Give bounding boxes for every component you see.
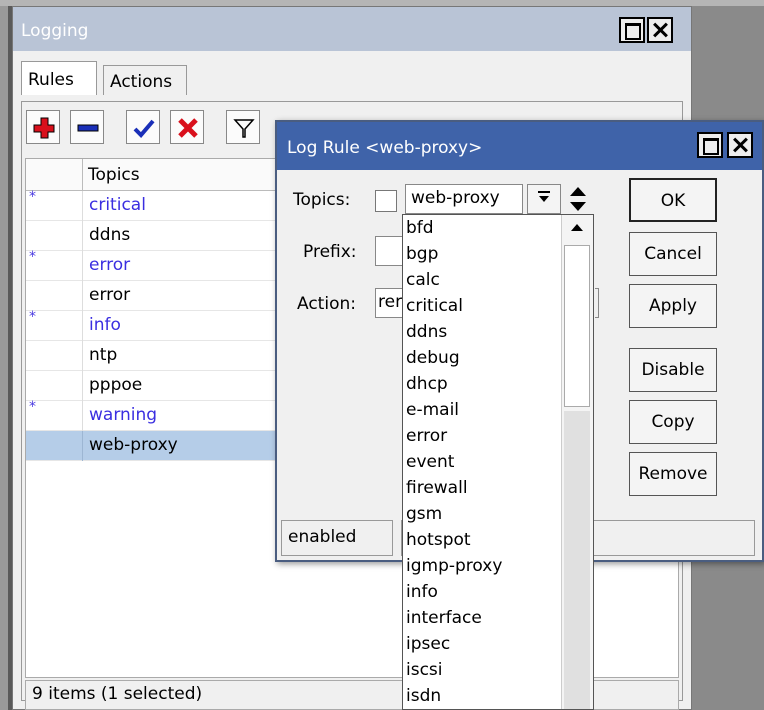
ok-button[interactable]: OK: [629, 178, 717, 222]
dynamic-marker: *: [29, 249, 36, 265]
scroll-up-icon[interactable]: [570, 221, 584, 233]
column-header-topics[interactable]: Topics: [88, 165, 140, 185]
action-select[interactable]: rer: [375, 288, 403, 318]
topic-cell: ntp: [82, 341, 123, 371]
dynamic-marker: *: [29, 399, 36, 415]
dialog-status: enabled: [281, 520, 393, 556]
topic-cell: web-proxy: [82, 431, 184, 461]
remove-button-dialog[interactable]: Remove: [629, 452, 717, 496]
tab-actions-label: Actions: [110, 72, 173, 92]
close-icon[interactable]: [647, 17, 673, 43]
topic-cell: info: [82, 311, 127, 341]
action-select-value: rer: [378, 292, 403, 312]
column-separator: [82, 159, 83, 191]
remove-button[interactable]: [70, 110, 104, 144]
tab-rules[interactable]: Rules: [21, 61, 97, 95]
dropdown-arrow-icon: [538, 191, 550, 202]
prefix-label: Prefix:: [303, 242, 357, 262]
topics-dropdown-button[interactable]: [527, 184, 561, 214]
action-select-edge: [595, 288, 599, 318]
topics-dropdown-list[interactable]: bfd bgp calc critical ddns debug dhcp e-mail err…: [402, 214, 594, 710]
dropdown-scrollbar[interactable]: [561, 215, 593, 709]
logging-titlebar[interactable]: Logging: [13, 7, 691, 51]
topics-label: Topics:: [293, 190, 351, 210]
topic-cell: warning: [82, 401, 163, 431]
topic-cell: critical: [82, 191, 152, 221]
dialog-close-icon[interactable]: [727, 132, 753, 158]
checkmark-icon: [133, 119, 155, 138]
prefix-input[interactable]: [375, 236, 403, 266]
dynamic-marker: *: [29, 309, 36, 325]
scrollbar-thumb[interactable]: [564, 245, 590, 407]
topics-select[interactable]: web-proxy: [405, 184, 523, 214]
tab-rules-label: Rules: [28, 70, 74, 90]
topic-cell: error: [82, 281, 136, 311]
cross-icon: [178, 118, 198, 138]
topics-select-value: web-proxy: [411, 188, 500, 208]
add-icon: [33, 117, 55, 139]
dialog-title: Log Rule <web-proxy>: [287, 138, 483, 158]
add-button[interactable]: [26, 110, 60, 144]
desktop-edge-left: [0, 6, 8, 710]
minus-icon: [77, 124, 99, 132]
disable-button[interactable]: [170, 110, 204, 144]
filter-button[interactable]: [226, 110, 260, 144]
topic-cell: ddns: [82, 221, 136, 251]
tab-actions[interactable]: Actions: [103, 65, 187, 95]
filter-icon: [233, 119, 255, 138]
dialog-maximize-icon[interactable]: [697, 132, 723, 158]
enable-button[interactable]: [126, 110, 160, 144]
apply-button[interactable]: Apply: [629, 284, 717, 328]
logging-title: Logging: [21, 21, 89, 41]
reorder-arrows-icon[interactable]: [567, 184, 589, 216]
dialog-titlebar[interactable]: Log Rule <web-proxy>: [277, 122, 762, 170]
copy-button[interactable]: Copy: [629, 400, 717, 444]
cancel-button[interactable]: Cancel: [629, 232, 717, 276]
action-label: Action:: [297, 294, 356, 314]
topic-cell: error: [82, 251, 136, 281]
dynamic-marker: *: [29, 189, 36, 205]
topic-cell: pppoe: [82, 371, 148, 401]
scrollbar-track[interactable]: [564, 411, 590, 709]
topics-negate-checkbox[interactable]: [375, 190, 397, 212]
maximize-icon[interactable]: [619, 17, 645, 43]
disable-button-dialog[interactable]: Disable: [629, 348, 717, 392]
